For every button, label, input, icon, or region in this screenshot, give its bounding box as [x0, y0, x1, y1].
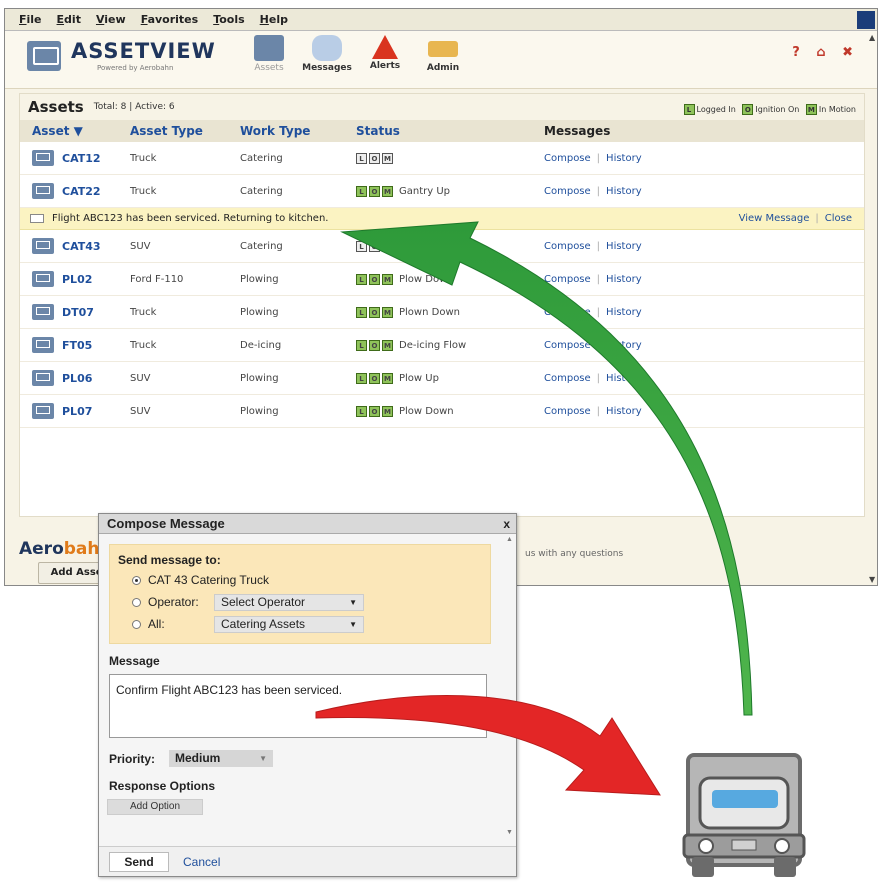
annotation-overlay: [315, 221, 806, 877]
red-curved-arrow: [315, 695, 661, 796]
green-curved-arrow: [340, 221, 753, 716]
truck-icon: [682, 753, 806, 877]
